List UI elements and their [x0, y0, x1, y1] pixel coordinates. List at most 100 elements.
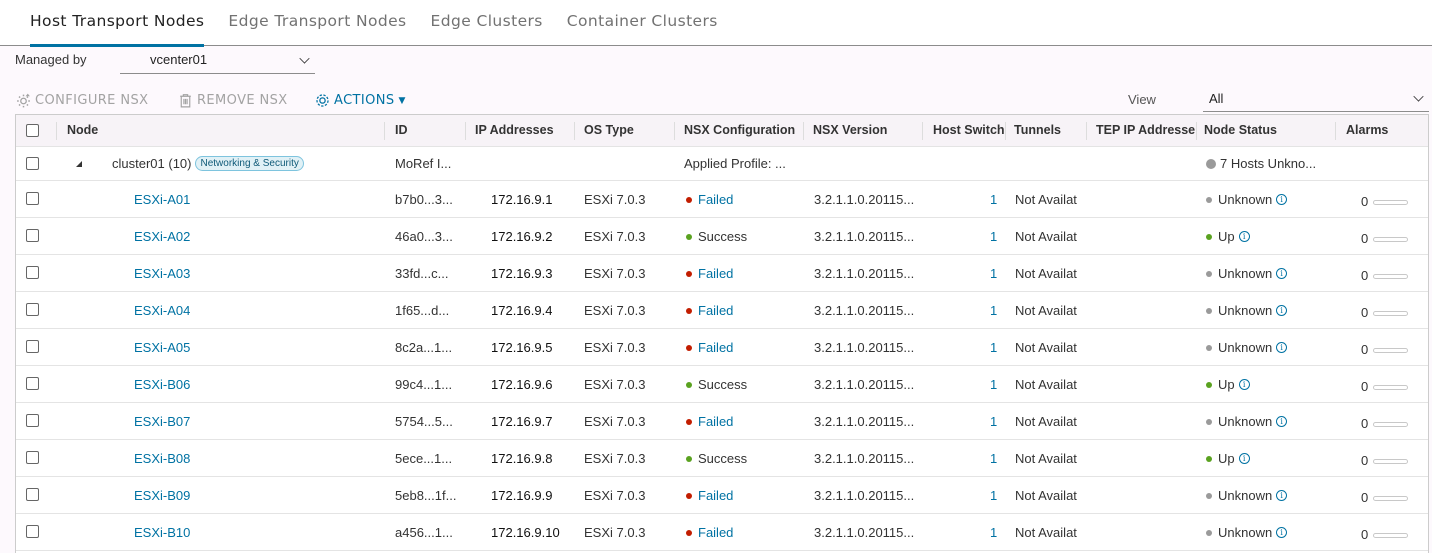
col-nsx-configuration[interactable]: NSX Configuration [684, 115, 798, 147]
col-tunnels[interactable]: Tunnels [1014, 115, 1061, 147]
row-checkbox[interactable] [26, 340, 39, 353]
cluster-nsx-config[interactable]: Applied Profile: ... [684, 147, 786, 184]
alarms-count[interactable]: 0 [1361, 453, 1368, 468]
node-link[interactable]: ESXi-A02 [134, 218, 190, 255]
node-status-cell: Unknown i [1206, 255, 1288, 292]
row-checkbox[interactable] [26, 192, 39, 205]
alarms-count[interactable]: 0 [1361, 268, 1368, 283]
info-icon[interactable]: i [1276, 194, 1288, 205]
host-switch-count[interactable]: 1 [990, 477, 997, 514]
node-link[interactable]: ESXi-A05 [134, 329, 190, 366]
managed-by-select[interactable]: vcenter01 [120, 50, 315, 74]
col-os-type[interactable]: OS Type [584, 115, 634, 147]
row-checkbox[interactable] [26, 525, 39, 538]
actions-button[interactable]: ACTIONS ▼ [314, 92, 406, 109]
info-icon[interactable]: i [1276, 268, 1288, 279]
node-link[interactable]: ESXi-B08 [134, 440, 190, 477]
tab-edge-clusters[interactable]: Edge Clusters [431, 0, 543, 46]
info-icon[interactable]: i [1276, 527, 1288, 538]
nsx-config-status[interactable]: Failed [698, 266, 733, 281]
row-checkbox[interactable] [26, 414, 39, 427]
node-status-dot-icon [1206, 529, 1212, 536]
host-switch-count[interactable]: 1 [990, 403, 997, 440]
node-os-type: ESXi 7.0.3 [584, 303, 646, 318]
node-status-dot-icon [1206, 344, 1212, 351]
row-checkbox[interactable] [26, 303, 39, 316]
col-tep-ip-addresses[interactable]: TEP IP Addresse [1096, 115, 1196, 147]
col-node[interactable]: Node [67, 115, 98, 147]
node-os-type: ESXi 7.0.3 [584, 340, 646, 355]
info-icon[interactable]: i [1276, 416, 1288, 427]
configure-nsx-button[interactable]: CONFIGURE NSX [15, 92, 148, 109]
remove-nsx-button[interactable]: REMOVE NSX [177, 92, 288, 109]
config-status-dot-icon [686, 196, 692, 203]
alarms-count[interactable]: 0 [1361, 379, 1368, 394]
col-alarms[interactable]: Alarms [1346, 115, 1388, 147]
col-nsx-version[interactable]: NSX Version [813, 115, 887, 147]
alarms-count[interactable]: 0 [1361, 527, 1368, 542]
alarms-count[interactable]: 0 [1361, 342, 1368, 357]
tunnels-status: Not Availat [1015, 451, 1077, 466]
nsx-config-status[interactable]: Success [698, 451, 747, 466]
row-checkbox[interactable] [26, 377, 39, 390]
row-checkbox[interactable] [26, 488, 39, 501]
host-switch-count[interactable]: 1 [990, 440, 997, 477]
info-icon[interactable]: i [1238, 453, 1250, 464]
node-link[interactable]: ESXi-A04 [134, 292, 190, 329]
col-id[interactable]: ID [395, 115, 408, 147]
tab-container-clusters[interactable]: Container Clusters [567, 0, 718, 46]
alarms-count[interactable]: 0 [1361, 194, 1368, 209]
nsx-config-cell: Failed [686, 329, 733, 366]
nsx-config-status[interactable]: Failed [698, 414, 733, 429]
host-switch-count[interactable]: 1 [990, 514, 997, 551]
host-switch-count[interactable]: 1 [990, 181, 997, 218]
nsx-config-status[interactable]: Failed [698, 303, 733, 318]
node-link[interactable]: ESXi-B07 [134, 403, 190, 440]
info-icon[interactable]: i [1276, 342, 1288, 353]
nsx-config-status[interactable]: Success [698, 377, 747, 392]
alarms-count[interactable]: 0 [1361, 490, 1368, 505]
cluster-status-text: 7 Hosts Unkno... [1220, 156, 1317, 171]
col-ip-addresses[interactable]: IP Addresses [475, 115, 554, 147]
nsx-config-cell: Failed [686, 403, 733, 440]
nsx-config-status[interactable]: Failed [698, 525, 733, 540]
node-link[interactable]: ESXi-B09 [134, 477, 190, 514]
node-link[interactable]: ESXi-A03 [134, 255, 190, 292]
host-switch-count[interactable]: 1 [990, 329, 997, 366]
row-checkbox[interactable] [26, 266, 39, 279]
nsx-config-status[interactable]: Failed [698, 340, 733, 355]
row-checkbox[interactable] [26, 229, 39, 242]
alarms-count[interactable]: 0 [1361, 416, 1368, 431]
alarms-bar [1373, 274, 1409, 280]
row-checkbox[interactable] [26, 157, 39, 170]
node-status-text: Up [1218, 229, 1235, 244]
node-link[interactable]: ESXi-B10 [134, 514, 190, 551]
node-link[interactable]: ESXi-B06 [134, 366, 190, 403]
node-os-type: ESXi 7.0.3 [584, 414, 646, 429]
node-status-cell: Up i [1206, 440, 1250, 477]
info-icon[interactable]: i [1276, 305, 1288, 316]
chevron-down-icon [1413, 91, 1424, 102]
select-all-checkbox[interactable] [26, 124, 39, 137]
alarms-count[interactable]: 0 [1361, 231, 1368, 246]
host-switch-count[interactable]: 1 [990, 292, 997, 329]
collapse-caret-icon[interactable] [76, 161, 82, 167]
host-switch-count[interactable]: 1 [990, 366, 997, 403]
row-checkbox[interactable] [26, 451, 39, 464]
info-icon[interactable]: i [1238, 231, 1250, 242]
info-icon[interactable]: i [1276, 490, 1288, 501]
col-host-switch[interactable]: Host Switch [933, 115, 1005, 147]
nsx-config-status[interactable]: Failed [698, 192, 733, 207]
node-link[interactable]: ESXi-A01 [134, 181, 190, 218]
host-switch-count[interactable]: 1 [990, 218, 997, 255]
nsx-config-status[interactable]: Failed [698, 488, 733, 503]
tab-host-transport-nodes[interactable]: Host Transport Nodes [30, 0, 205, 47]
info-icon[interactable]: i [1238, 379, 1250, 390]
tab-edge-transport-nodes[interactable]: Edge Transport Nodes [228, 0, 406, 46]
column-separator [384, 122, 385, 140]
col-node-status[interactable]: Node Status [1204, 115, 1277, 147]
host-switch-count[interactable]: 1 [990, 255, 997, 292]
alarms-count[interactable]: 0 [1361, 305, 1368, 320]
nsx-config-status[interactable]: Success [698, 229, 747, 244]
view-select[interactable]: All [1203, 88, 1429, 112]
